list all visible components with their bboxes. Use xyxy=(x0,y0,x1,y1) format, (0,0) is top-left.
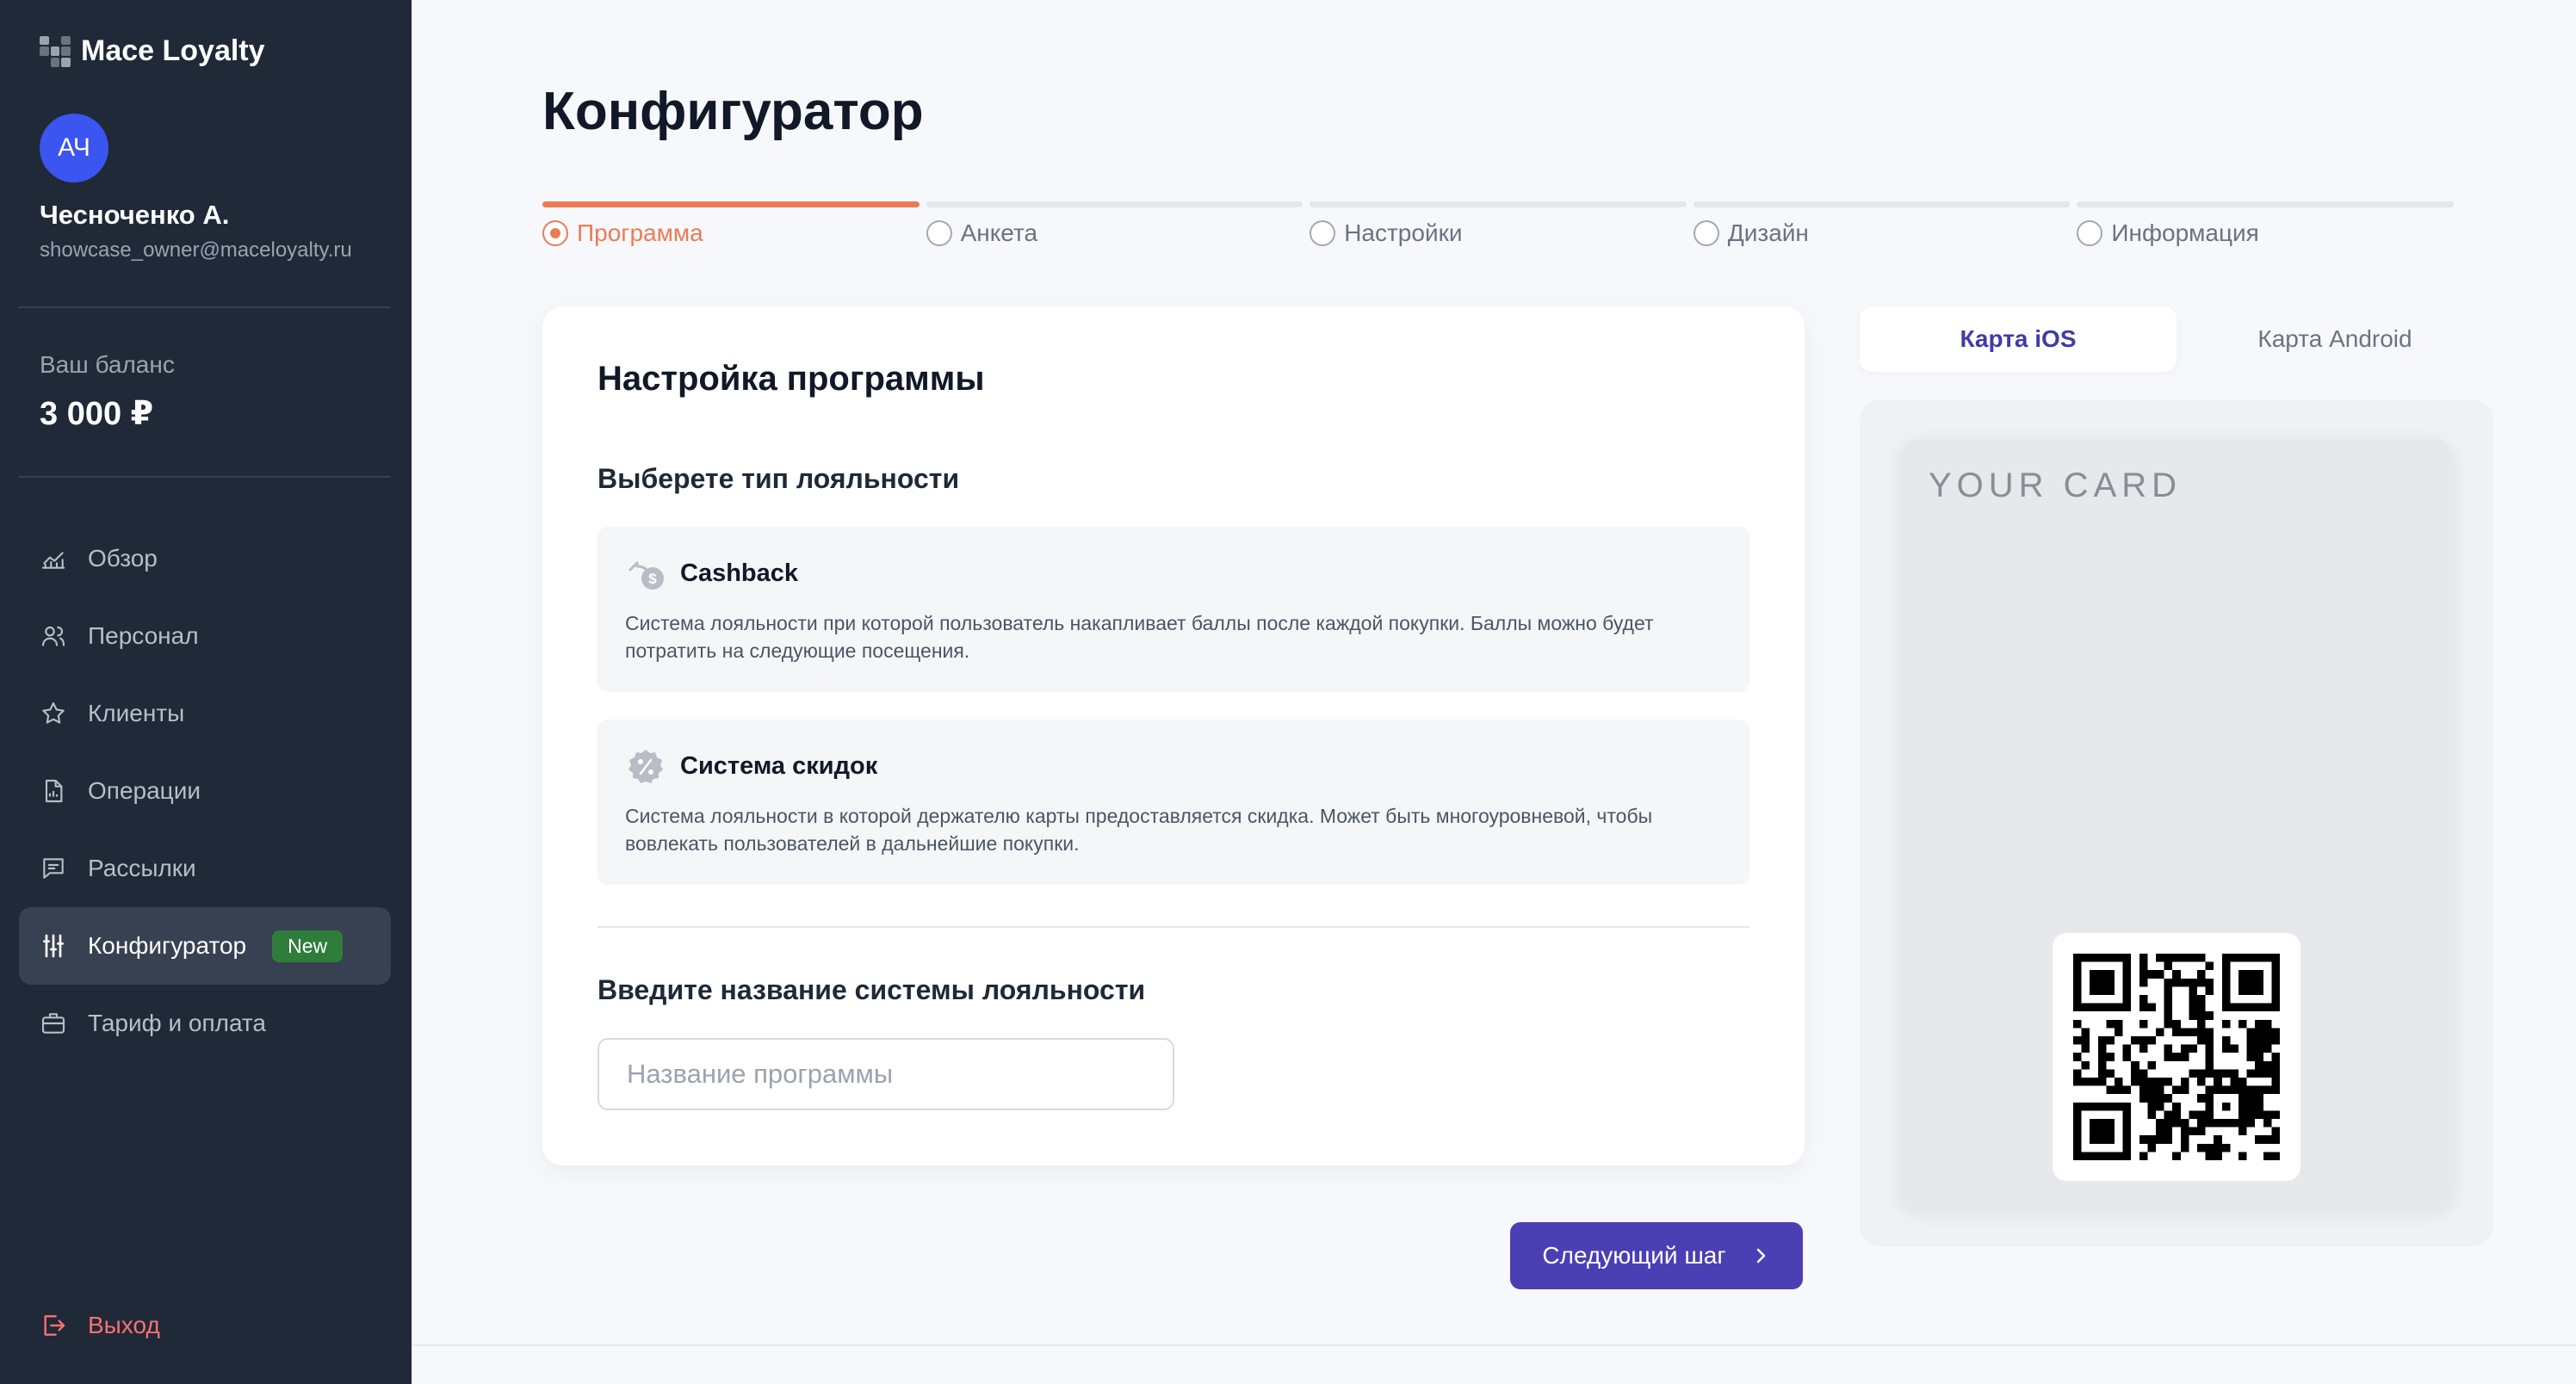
tab-ios-card[interactable]: Карта iOS xyxy=(1860,306,2177,372)
cashback-icon: $ xyxy=(629,561,664,590)
sidebar-item-label: Конфигуратор xyxy=(88,932,247,959)
step-progress-bar xyxy=(542,201,920,207)
step-radio xyxy=(1693,220,1719,246)
logout-label: Выход xyxy=(88,1312,160,1338)
loyalty-card-preview: YOUR CARD xyxy=(1901,439,2452,1207)
step-radio xyxy=(926,220,952,246)
star-icon xyxy=(42,701,65,724)
step-label: Настройки xyxy=(1344,219,1463,246)
users-icon xyxy=(41,626,65,646)
sidebar-item-mailings[interactable]: Рассылки xyxy=(19,830,391,907)
step-radio xyxy=(542,220,568,246)
step-information[interactable]: Информация xyxy=(2077,201,2454,247)
user-name: Чесноченко А. xyxy=(40,200,230,230)
brand[interactable]: Mace Loyalty xyxy=(40,34,265,68)
sidebar-item-configurator[interactable]: Конфигуратор New xyxy=(19,907,391,985)
stepper: Программа Анкета Настройки Дизайн Информ… xyxy=(542,201,2454,247)
svg-text:$: $ xyxy=(648,571,657,587)
balance-value: 3 000 ₽ xyxy=(40,396,154,432)
option-discount[interactable]: Система скидок Система лояльности в кото… xyxy=(598,720,1749,885)
option-cashback[interactable]: $ Cashback Система лояльности при которо… xyxy=(598,527,1749,692)
card-title: Настройка программы xyxy=(598,360,985,398)
footer-divider xyxy=(412,1344,2576,1346)
next-step-button[interactable]: Следующий шаг xyxy=(1510,1222,1803,1289)
option-description: Система лояльности в которой держателю к… xyxy=(625,805,1653,855)
message-icon xyxy=(43,858,64,879)
briefcase-icon xyxy=(41,1013,65,1034)
step-program[interactable]: Программа xyxy=(542,201,920,247)
sidebar-item-label: Персонал xyxy=(88,622,199,649)
sidebar: Mace Loyalty АЧ Чесноченко А. showcase_o… xyxy=(0,0,412,1384)
sidebar-item-label: Тариф и оплата xyxy=(88,1010,266,1036)
step-label: Дизайн xyxy=(1727,219,1809,246)
step-progress-bar xyxy=(2077,201,2454,207)
step-label: Информация xyxy=(2111,219,2259,246)
loyalty-type-heading: Выберете тип лояльности xyxy=(598,463,960,494)
step-progress-bar xyxy=(1310,201,1687,207)
sidebar-item-label: Клиенты xyxy=(88,700,185,726)
option-title: Cashback xyxy=(680,559,799,587)
card-title: YOUR CARD xyxy=(1929,466,2183,504)
chevron-right-icon xyxy=(1756,1248,1765,1264)
section-divider xyxy=(598,926,1749,928)
step-design[interactable]: Дизайн xyxy=(1693,201,2071,247)
balance-label: Ваш баланс xyxy=(40,351,175,378)
avatar[interactable]: АЧ xyxy=(40,114,108,182)
step-settings[interactable]: Настройки xyxy=(1310,201,1687,247)
program-name-input[interactable] xyxy=(598,1038,1174,1110)
brand-name: Mace Loyalty xyxy=(81,34,265,67)
logout-icon xyxy=(44,1315,65,1336)
step-radio xyxy=(1310,220,1336,246)
step-progress-bar xyxy=(1693,201,2071,207)
discount-icon xyxy=(629,750,663,783)
sliders-icon xyxy=(43,934,64,958)
document-icon xyxy=(45,779,63,803)
option-title: Система скидок xyxy=(680,751,878,780)
sidebar-nav: Обзор Персонал Клиенты Операции Рассылки xyxy=(19,520,391,1062)
sidebar-item-overview[interactable]: Обзор xyxy=(19,520,391,597)
program-name-heading: Введите название системы лояльности xyxy=(598,974,1146,1005)
step-progress-bar xyxy=(926,201,1303,207)
logout-button[interactable]: Выход xyxy=(40,1312,160,1339)
step-radio xyxy=(2077,220,2103,246)
option-description: Система лояльности при которой пользоват… xyxy=(625,612,1654,662)
tab-android-card[interactable]: Карта Android xyxy=(2177,306,2493,372)
sidebar-item-label: Обзор xyxy=(88,545,158,572)
preview-tabs: Карта iOS Карта Android xyxy=(1860,306,2493,372)
user-email: showcase_owner@maceloyalty.ru xyxy=(40,238,352,262)
sidebar-divider xyxy=(19,476,391,478)
sidebar-item-billing[interactable]: Тариф и оплата xyxy=(19,985,391,1062)
brand-logo-icon xyxy=(40,35,71,67)
step-label: Анкета xyxy=(960,219,1038,246)
sidebar-divider xyxy=(19,306,391,308)
step-label: Программа xyxy=(577,219,703,246)
sidebar-item-label: Операции xyxy=(88,777,201,804)
next-step-label: Следующий шаг xyxy=(1542,1242,1726,1269)
chart-icon xyxy=(41,552,65,569)
qr-code-icon xyxy=(2073,954,2280,1160)
step-questionnaire[interactable]: Анкета xyxy=(926,201,1303,247)
sidebar-item-staff[interactable]: Персонал xyxy=(19,597,391,675)
program-settings-card: Настройка программы Выберете тип лояльно… xyxy=(542,306,1805,1165)
qr-code xyxy=(2053,933,2300,1181)
new-badge: New xyxy=(272,930,344,962)
sidebar-item-label: Рассылки xyxy=(88,855,196,881)
sidebar-item-operations[interactable]: Операции xyxy=(19,752,391,830)
sidebar-item-clients[interactable]: Клиенты xyxy=(19,675,391,752)
card-preview-panel: YOUR CARD xyxy=(1860,399,2493,1246)
page-title: Конфигуратор xyxy=(542,82,924,141)
